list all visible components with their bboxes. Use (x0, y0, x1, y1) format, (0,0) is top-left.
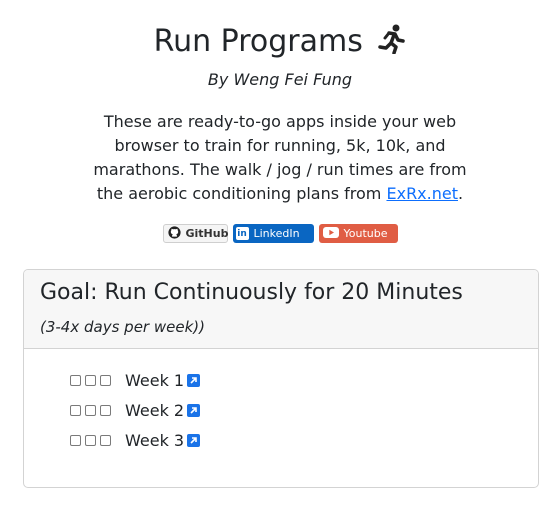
intro-after-link: . (458, 184, 464, 203)
youtube-badge[interactable]: Youtube (318, 224, 398, 243)
page: Run Programs By Weng Fei Fung These are … (0, 0, 560, 514)
week-2-day-1-checkbox[interactable] (70, 404, 81, 416)
author-byline: By Weng Fei Fung (207, 70, 353, 89)
goal-title: Goal: Run Continuously for 20 Minutes (40, 280, 463, 305)
linkedin-badge[interactable]: in LinkedIn (232, 224, 314, 243)
intro-paragraph: These are ready-to-go apps inside your w… (90, 110, 470, 206)
external-link-icon[interactable] (187, 373, 201, 387)
linkedin-icon: in (235, 227, 249, 240)
youtube-icon (322, 226, 339, 241)
week-row: Week 2 (70, 395, 538, 425)
external-link-icon[interactable] (187, 403, 201, 417)
week-3-day-1-checkbox[interactable] (70, 434, 81, 446)
week-list: Week 1 Week 2 Week 3 (24, 349, 538, 455)
exrx-link[interactable]: ExRx.net (386, 184, 458, 203)
week-2-day-2-checkbox[interactable] (85, 404, 96, 416)
week-row: Week 1 (70, 365, 538, 395)
program-card-header: Goal: Run Continuously for 20 Minutes (3… (24, 270, 538, 349)
week-2-day-3-checkbox[interactable] (100, 404, 111, 416)
week-label: Week 1 (125, 370, 185, 390)
social-badges: GitHub in LinkedIn Youtube (0, 224, 560, 243)
page-title-row: Run Programs (0, 22, 560, 65)
week-1-day-1-checkbox[interactable] (70, 374, 81, 386)
external-link-icon[interactable] (187, 433, 201, 447)
week-1-day-2-checkbox[interactable] (85, 374, 96, 386)
week-label: Week 3 (125, 430, 185, 450)
linkedin-badge-label: LinkedIn (253, 227, 300, 240)
program-card: Goal: Run Continuously for 20 Minutes (3… (23, 269, 539, 488)
github-icon (167, 225, 181, 242)
week-3-day-3-checkbox[interactable] (100, 434, 111, 446)
github-badge[interactable]: GitHub (162, 224, 229, 243)
frequency-note: (3-4x days per week)) (40, 318, 205, 336)
runner-icon (378, 24, 406, 65)
github-badge-label: GitHub (185, 227, 229, 240)
page-title: Run Programs (153, 24, 363, 59)
week-3-day-2-checkbox[interactable] (85, 434, 96, 446)
week-row: Week 3 (70, 425, 538, 455)
youtube-badge-label: Youtube (343, 227, 388, 240)
week-label: Week 2 (125, 400, 185, 420)
week-1-day-3-checkbox[interactable] (100, 374, 111, 386)
